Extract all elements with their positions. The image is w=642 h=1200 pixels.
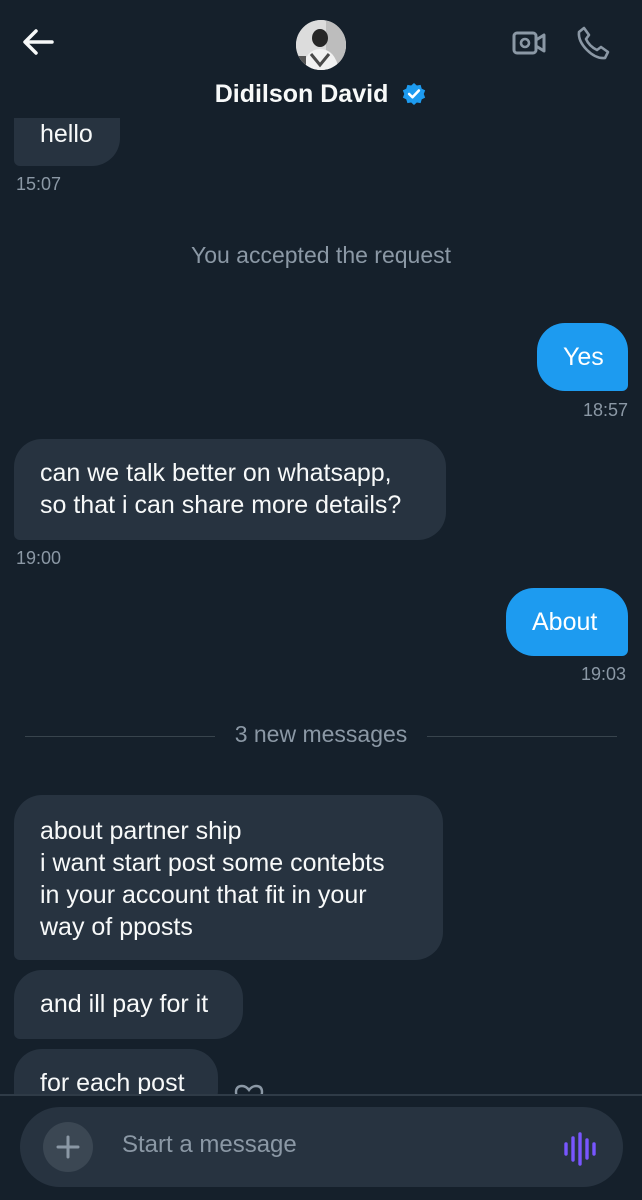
message-timestamp: 15:07 <box>16 174 62 194</box>
incoming-message[interactable]: can we talk better on whatsapp, so that … <box>14 439 446 540</box>
verified-badge-icon <box>403 83 426 106</box>
plus-icon <box>56 1135 80 1159</box>
message-text-line: about partner ship <box>40 817 242 845</box>
new-messages-divider: 3 new messages <box>234 721 408 747</box>
message-timestamp: 18:57 <box>583 400 629 420</box>
chat-header: Didilson David <box>0 0 642 118</box>
incoming-message[interactable]: for each post <box>14 1049 218 1094</box>
incoming-message[interactable]: and ill pay for it <box>14 970 243 1039</box>
outgoing-message[interactable]: Yes <box>537 323 628 391</box>
outgoing-message[interactable]: About <box>506 588 628 656</box>
incoming-message[interactable]: hello <box>14 118 120 166</box>
add-attachment-button[interactable] <box>43 1122 93 1172</box>
message-timestamp: 19:00 <box>16 548 62 568</box>
video-call-icon[interactable] <box>510 24 548 62</box>
contact-avatar[interactable] <box>296 20 346 70</box>
message-text: About <box>532 608 598 636</box>
message-text-line: way of pposts <box>40 913 193 941</box>
phone-call-icon[interactable] <box>574 24 612 62</box>
message-timestamp: 19:03 <box>581 664 627 684</box>
message-text-line: in your account that fit in your <box>40 881 367 909</box>
arrow-left-icon[interactable] <box>20 26 56 58</box>
contact-name: Didilson David <box>214 79 389 108</box>
message-composer: Start a message <box>20 1107 623 1187</box>
voice-message-icon[interactable] <box>563 1130 599 1166</box>
conversation-thread[interactable]: hello 15:07 You accepted the request Yes… <box>0 118 642 1094</box>
heart-reaction-icon[interactable] <box>232 1082 266 1094</box>
message-text-line: so that i can share more details? <box>40 491 402 519</box>
system-message: You accepted the request <box>190 242 452 268</box>
message-text: and ill pay for it <box>40 990 209 1018</box>
message-text-line: i want start post some contebts <box>40 849 385 877</box>
incoming-message[interactable]: about partner ship i want start post som… <box>14 795 443 960</box>
contact-name-row[interactable]: Didilson David <box>0 79 642 109</box>
composer-divider <box>0 1094 642 1096</box>
message-text: for each post <box>40 1069 185 1094</box>
message-input[interactable]: Start a message <box>122 1131 297 1159</box>
divider-line <box>427 736 617 737</box>
message-text-line: can we talk better on whatsapp, <box>40 459 392 487</box>
message-text: hello <box>40 120 93 148</box>
message-text: Yes <box>563 343 604 371</box>
divider-line <box>25 736 215 737</box>
